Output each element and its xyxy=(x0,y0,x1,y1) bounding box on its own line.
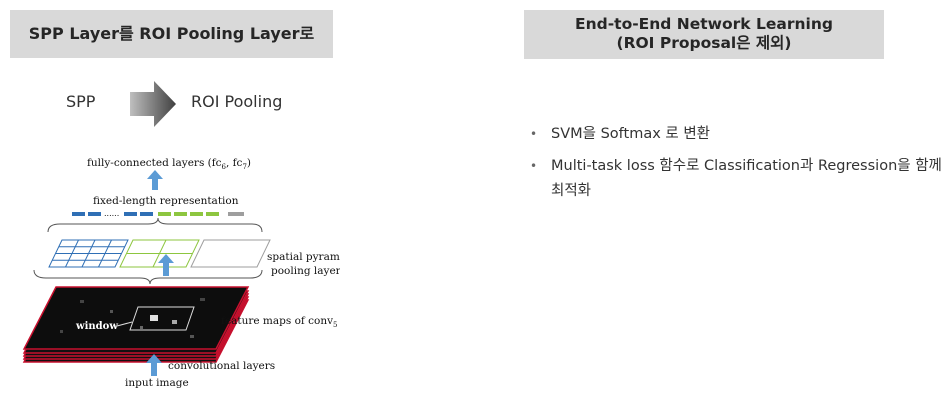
pyramid-grid-4x4 xyxy=(48,239,129,268)
bullet-list: • SVM을 Softmax 로 변환 • Multi-task loss 함수로 … xyxy=(530,122,942,211)
up-arrow-icon xyxy=(147,170,163,190)
right-header: End-to-End Network Learning (ROI Proposa… xyxy=(524,10,884,59)
right-header-line1: End-to-End Network Learning xyxy=(575,15,833,33)
feature-maps-label: feature maps of conv5 xyxy=(221,315,338,329)
roi-pooling-label: ROI Pooling xyxy=(191,92,283,111)
pyramid-grid-1x1 xyxy=(190,239,271,268)
vector-ellipsis: ...... xyxy=(104,209,119,218)
right-header-line2: (ROI Proposal은 제외) xyxy=(616,34,792,52)
fixed-length-label: fixed-length representation xyxy=(93,195,239,207)
spatial-pyramid-label: spatial pyramid xyxy=(267,251,340,263)
bullet-item: • Multi-task loss 함수로 Classification과 Reg… xyxy=(530,154,942,204)
brace-top xyxy=(47,217,263,233)
window-label: window xyxy=(75,321,118,332)
fc-layers-label: fully-connected layers (fc6, fc7) xyxy=(87,157,251,171)
bullet-text: Multi-task loss 함수로 Classification과 Regr… xyxy=(551,158,942,199)
spp-net-figure: fully-connected layers (fc6, fc7) fixed-… xyxy=(22,157,340,389)
bullet-dot-icon: • xyxy=(530,159,538,173)
brace-bottom xyxy=(33,269,263,285)
up-arrow-icon xyxy=(158,254,174,276)
feature-map-stack: window xyxy=(22,286,250,363)
pooling-layer-label: pooling layer xyxy=(271,265,340,277)
bullet-text: SVM을 Softmax 로 변환 xyxy=(551,126,711,142)
bullet-dot-icon: • xyxy=(530,127,538,141)
left-header: SPP Layer를 ROI Pooling Layer로 xyxy=(10,10,333,58)
spp-label: SPP xyxy=(66,92,96,111)
bullet-item: • SVM을 Softmax 로 변환 xyxy=(530,122,942,147)
right-arrow-icon xyxy=(130,81,176,127)
input-image-label: input image xyxy=(125,377,189,389)
conv-layers-label: convolutional layers xyxy=(168,360,275,372)
fixed-length-vector: ...... xyxy=(72,209,244,218)
